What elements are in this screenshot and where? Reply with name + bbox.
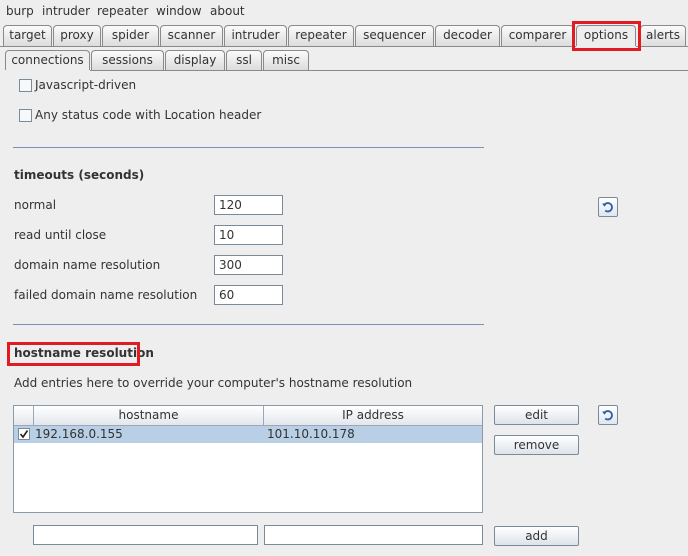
subtab-sessions[interactable]: sessions <box>91 50 164 70</box>
tab-target[interactable]: target <box>3 25 52 46</box>
tab-alerts[interactable]: alerts <box>640 25 686 46</box>
new-ip-input[interactable] <box>264 525 483 545</box>
check-icon <box>19 430 29 439</box>
timeout-failed-dns-input[interactable] <box>214 285 283 305</box>
timeout-read-until-close-label: read until close <box>14 228 107 242</box>
tab-bar-border-right <box>636 46 688 47</box>
timeout-read-until-close-input[interactable] <box>214 225 283 245</box>
refresh-icon <box>602 410 613 421</box>
separator-2 <box>13 324 484 325</box>
hostname-resolution-description: Add entries here to override your comput… <box>14 376 413 390</box>
tab-repeater[interactable]: repeater <box>288 25 354 46</box>
table-row[interactable]: 192.168.0.155 101.10.10.178 <box>14 426 482 443</box>
tab-proxy[interactable]: proxy <box>53 25 101 46</box>
separator-1 <box>13 147 484 148</box>
row-ip: 101.10.10.178 <box>267 427 355 441</box>
timeouts-restore-defaults-button[interactable] <box>598 197 618 217</box>
any-status-location-checkbox[interactable] <box>19 109 32 122</box>
ip-column-header[interactable]: IP address <box>264 406 482 426</box>
tab-decoder[interactable]: decoder <box>435 25 500 46</box>
edit-button[interactable]: edit <box>494 405 579 425</box>
timeout-failed-dns-label: failed domain name resolution <box>14 288 198 302</box>
hostname-table[interactable]: hostname IP address 192.168.0.155 101.10… <box>13 405 483 513</box>
timeout-dns-resolution-input[interactable] <box>214 255 283 275</box>
timeout-normal-input[interactable] <box>214 195 283 215</box>
subtab-connections[interactable]: connections <box>5 50 90 70</box>
any-status-location-label: Any status code with Location header <box>35 108 262 122</box>
remove-button[interactable]: remove <box>494 435 579 455</box>
row-hostname: 192.168.0.155 <box>35 427 123 441</box>
subtab-ssl[interactable]: ssl <box>226 50 262 70</box>
menu-intruder[interactable]: intruder <box>42 4 90 18</box>
tab-scanner[interactable]: scanner <box>160 25 223 46</box>
enabled-column-header[interactable] <box>14 406 34 426</box>
menu-window[interactable]: window <box>156 4 202 18</box>
tab-intruder[interactable]: intruder <box>224 25 287 46</box>
timeouts-heading: timeouts (seconds) <box>14 168 145 182</box>
menu-about[interactable]: about <box>210 4 245 18</box>
add-button[interactable]: add <box>494 526 579 546</box>
javascript-driven-checkbox[interactable] <box>19 79 32 92</box>
hostname-column-header[interactable]: hostname <box>34 406 264 426</box>
timeout-normal-label: normal <box>14 198 57 212</box>
highlight-hostname-heading <box>7 342 140 366</box>
tab-sequencer[interactable]: sequencer <box>355 25 434 46</box>
row-enabled-checkbox[interactable] <box>18 428 30 440</box>
subtab-display[interactable]: display <box>165 50 225 70</box>
subtab-bar-border <box>90 70 688 71</box>
tab-bar-border <box>0 46 576 47</box>
tab-comparer[interactable]: comparer <box>501 25 574 46</box>
highlight-options-tab <box>572 21 641 51</box>
timeout-dns-resolution-label: domain name resolution <box>14 258 161 272</box>
menu-repeater[interactable]: repeater <box>97 4 148 18</box>
menu-burp[interactable]: burp <box>6 4 34 18</box>
tab-spider[interactable]: spider <box>102 25 159 46</box>
javascript-driven-label: Javascript-driven <box>35 78 137 92</box>
new-hostname-input[interactable] <box>33 525 258 545</box>
subtab-misc[interactable]: misc <box>263 50 309 70</box>
refresh-icon <box>602 202 613 213</box>
hostname-restore-defaults-button[interactable] <box>598 405 618 425</box>
